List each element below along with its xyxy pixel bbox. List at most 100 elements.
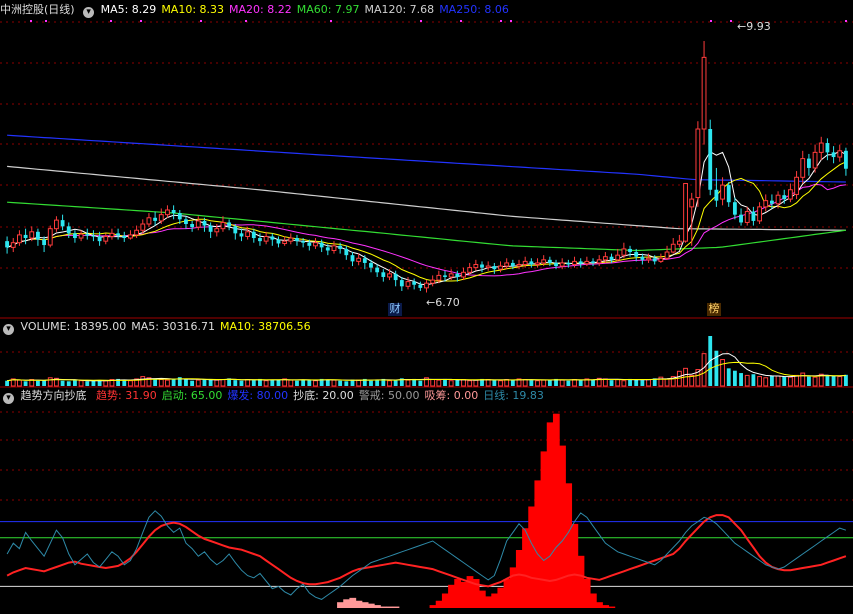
indicator-legend-name: 日线: (483, 389, 513, 402)
volume-bar-up (263, 380, 269, 387)
candle-body-up (165, 209, 170, 216)
volume-bar-up (744, 374, 750, 387)
volume-bar-up (787, 376, 793, 387)
chevron-down-icon[interactable]: ▾ (83, 7, 95, 18)
volume-bar-up (47, 377, 53, 387)
volume-bar-down (66, 381, 71, 386)
candle-body-down (5, 241, 9, 248)
candle-body-down (769, 200, 774, 204)
candle-body-down (566, 262, 571, 265)
candle-body-down (350, 255, 355, 262)
candle-body-up (664, 251, 670, 259)
indicator-panel[interactable] (0, 413, 853, 608)
candle-body-up (541, 259, 547, 264)
volume-bar-up (837, 376, 843, 387)
ranking-marker[interactable]: 榜 (707, 303, 721, 316)
candle-body-down (825, 143, 830, 153)
volume-bar-down (190, 380, 195, 386)
candle-body-up (17, 234, 22, 244)
indicator-legend-value: 65.00 (190, 389, 223, 402)
volume-bar-up (78, 380, 84, 387)
candle-body-down (42, 239, 47, 246)
signal-dot (420, 20, 422, 22)
candle-body-up (387, 273, 392, 278)
finance-marker[interactable]: 财 (388, 303, 402, 316)
accumulation-bar (386, 606, 394, 608)
signal-dot (200, 20, 202, 22)
volume-bar-up (448, 380, 454, 387)
candle-body-down (319, 242, 324, 248)
ma60-line (7, 201, 846, 252)
indicator-title[interactable]: 趋势方向抄底 (21, 389, 87, 402)
accumulation-bar (583, 579, 591, 608)
volume-bar-down (418, 380, 423, 386)
volume-bar-down (547, 379, 552, 386)
volume-bar-up (701, 353, 707, 387)
stock-title[interactable]: 中洲控股(日线) (0, 3, 75, 16)
price-panel[interactable] (5, 20, 848, 293)
signal-dot (845, 20, 847, 22)
accumulation-bar (602, 605, 610, 608)
volume-bar-down (73, 380, 77, 386)
candle-body-up (670, 243, 676, 253)
volume-bar-up (313, 380, 318, 387)
candle-body-up (559, 262, 565, 267)
accumulation-bar (596, 602, 603, 608)
candle-body-up (498, 265, 503, 270)
chevron-down-icon[interactable]: ▾ (3, 393, 14, 404)
candle-body-up (584, 260, 590, 265)
signal-dot (30, 20, 32, 22)
volume-bar-up (485, 379, 491, 387)
volume-bar-down (609, 380, 614, 386)
indicator-legend-item-2: 爆发: 80.00 (227, 389, 288, 402)
volume-bar-up (504, 379, 510, 387)
volume-bar-up (195, 379, 201, 387)
candle-body-up (800, 158, 806, 178)
candle-body-down (233, 226, 238, 234)
candle-body-up (646, 257, 651, 261)
volume-panel[interactable] (5, 336, 848, 387)
volume-bar-down (806, 376, 811, 386)
volume-bar-up (572, 379, 577, 387)
candle-body-down (609, 256, 614, 260)
candle-body-down (393, 273, 398, 281)
volume-bar-up (140, 376, 146, 387)
volume-ma5-line (7, 353, 846, 382)
candle-body-up (467, 267, 473, 273)
indicator-legend-name: 趋势: (96, 389, 126, 402)
candle-body-up (658, 257, 664, 262)
accumulation-bar (589, 593, 597, 608)
candle-body-down (510, 262, 515, 267)
ma5-line (6, 150, 847, 286)
indicator-legend-name: 警戒: (358, 389, 389, 402)
candle-body-down (307, 242, 312, 246)
candle-body-down (171, 209, 176, 214)
accumulation-bar (478, 590, 486, 608)
candle-body-down (23, 234, 28, 239)
candle-body-up (473, 264, 479, 269)
accumulation-bar (392, 606, 400, 608)
candle-body-down (591, 261, 595, 263)
indicator-legend-items: 趋势: 31.90 启动: 65.00 爆发: 80.00 抄底: 20.00 警戒: … (96, 389, 549, 402)
ma-legend-item-4: MA120: 7.68 (364, 3, 435, 16)
signal-dot (245, 20, 247, 22)
accumulation-bar (565, 483, 573, 608)
candle-body-down (708, 129, 713, 190)
volume-bar-down (529, 380, 534, 386)
candle-body-down (369, 262, 373, 268)
volume-bar-down (640, 380, 645, 386)
candle-body-down (116, 233, 121, 236)
volume-bar-up (165, 379, 170, 387)
volume-bar-down (153, 378, 158, 386)
signal-dot (500, 20, 502, 22)
high-price-label: ←9.93 (737, 20, 771, 33)
chevron-down-icon[interactable]: ▾ (3, 324, 14, 335)
indicator-legend-value: 50.00 (388, 389, 420, 402)
volume-bar-down (295, 380, 299, 386)
accumulation-bar (435, 600, 443, 608)
accumulation-bar (559, 445, 566, 608)
volume-bar-up (621, 380, 627, 387)
volume-bar-up (220, 379, 226, 387)
candle-body-down (455, 273, 460, 277)
series-line-trend (6, 514, 847, 588)
